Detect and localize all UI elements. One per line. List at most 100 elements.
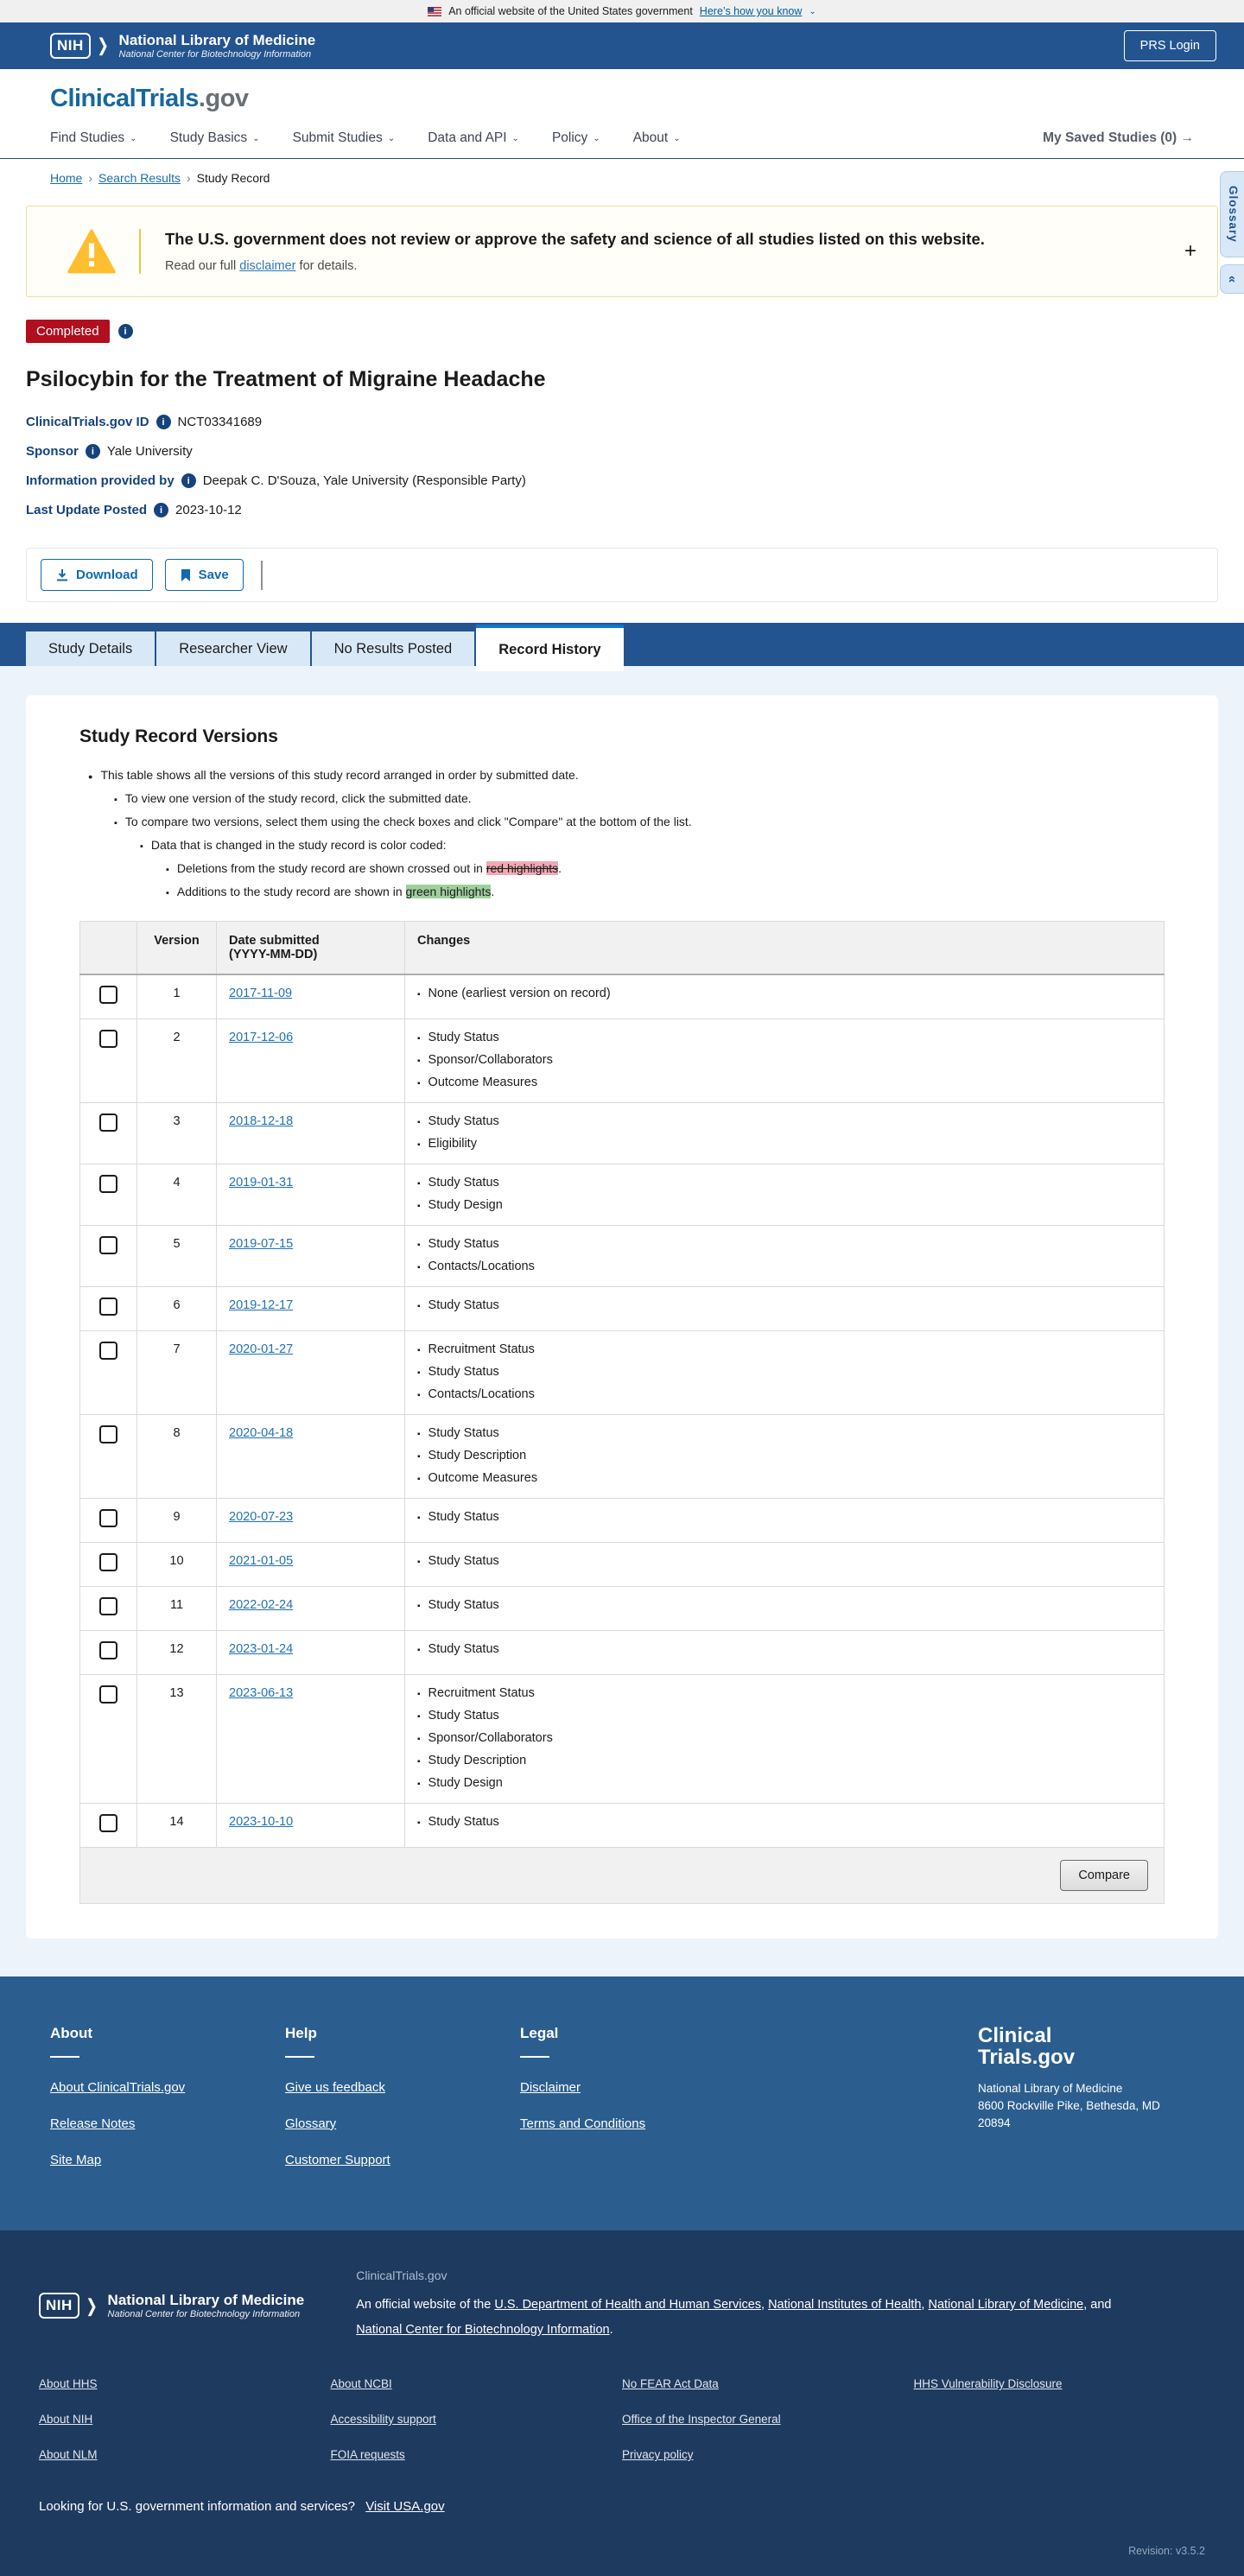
bullet-icon: ▪ xyxy=(417,1818,421,1828)
date-submitted-link[interactable]: 2020-07-23 xyxy=(229,1510,293,1524)
info-icon[interactable]: i xyxy=(85,444,100,459)
date-submitted-link[interactable]: 2019-07-15 xyxy=(229,1237,293,1251)
nlm-footer-link[interactable]: HHS Vulnerability Disclosure xyxy=(914,2377,1063,2390)
version-checkbox[interactable] xyxy=(99,1509,117,1527)
version-checkbox[interactable] xyxy=(99,1114,117,1132)
version-checkbox[interactable] xyxy=(99,986,117,1004)
footer-link[interactable]: Disclaimer xyxy=(520,2080,755,2095)
note-item: ▪ Additions to the study record are shown… xyxy=(166,885,1165,898)
footer-link[interactable]: Customer Support xyxy=(285,2153,520,2167)
nih-logo[interactable]: NIH ❭ National Library of Medicine Natio… xyxy=(50,32,315,60)
nav-item-study-basics[interactable]: Study Basics ⌄ xyxy=(170,130,260,146)
warning-expand-button[interactable]: + xyxy=(1184,239,1196,263)
hhs-link[interactable]: National Institutes of Health xyxy=(768,2298,921,2312)
nlm-footer-top: NIH ❭ National Library of Medicine Natio… xyxy=(39,2268,1205,2343)
hhs-link[interactable]: National Center for Biotechnology Inform… xyxy=(356,2323,609,2337)
version-checkbox[interactable] xyxy=(99,1236,117,1254)
change-item: ▪ Contacts/Locations xyxy=(417,1387,1152,1401)
hhs-link[interactable]: U.S. Department of Health and Human Serv… xyxy=(494,2298,761,2312)
download-button[interactable]: Download xyxy=(41,559,153,591)
version-checkbox[interactable] xyxy=(99,1175,117,1193)
footer-address-line: 8600 Rockville Pike, Bethesda, MD xyxy=(978,2098,1160,2112)
date-submitted-link[interactable]: 2018-12-18 xyxy=(229,1114,293,1128)
date-submitted-link[interactable]: 2023-01-24 xyxy=(229,1642,293,1656)
breadcrumb-link-home[interactable]: Home xyxy=(50,171,82,185)
nlm-footer-link[interactable]: About HHS xyxy=(39,2377,98,2390)
nav-item-find-studies[interactable]: Find Studies ⌄ xyxy=(50,130,137,146)
prs-login-button[interactable]: PRS Login xyxy=(1123,30,1216,61)
table-row: 14 2023-10-10 ▪ Study Status xyxy=(79,1803,1165,1848)
visit-usa-gov-link[interactable]: Visit USA.gov xyxy=(365,2499,444,2514)
nlm-footer-link[interactable]: About NCBI xyxy=(331,2377,392,2390)
footer-link[interactable]: Terms and Conditions xyxy=(520,2116,755,2131)
date-submitted-link[interactable]: 2019-01-31 xyxy=(229,1176,293,1190)
table-row: 3 2018-12-18 ▪ Study Status ▪ Eligibility xyxy=(79,1102,1165,1164)
date-submitted-link[interactable]: 2021-01-05 xyxy=(229,1554,293,1568)
date-submitted-link[interactable]: 2019-12-17 xyxy=(229,1298,293,1312)
site-logo[interactable]: ClinicalTrials.gov xyxy=(50,85,1194,113)
footer-link[interactable]: Site Map xyxy=(50,2153,285,2167)
breadcrumb-link-search-results[interactable]: Search Results xyxy=(98,171,181,185)
footer-column-help: Help Give us feedback Glossary Customer Sup… xyxy=(285,2025,520,2189)
version-checkbox[interactable] xyxy=(99,1030,117,1048)
nlm-footer-link[interactable]: FOIA requests xyxy=(331,2448,405,2461)
version-checkbox[interactable] xyxy=(99,1553,117,1571)
date-submitted-link[interactable]: 2017-12-06 xyxy=(229,1031,293,1044)
version-checkbox[interactable] xyxy=(99,1685,117,1704)
hhs-link[interactable]: National Library of Medicine xyxy=(928,2298,1083,2312)
nlm-logo[interactable]: NIH ❭ National Library of Medicine Natio… xyxy=(39,2268,304,2343)
compare-button[interactable]: Compare xyxy=(1060,1860,1148,1891)
study-field-row: Information provided by i Deepak C. D'Souz… xyxy=(26,473,1218,488)
info-icon[interactable]: i xyxy=(156,415,171,429)
version-checkbox[interactable] xyxy=(99,1425,117,1443)
version-checkbox[interactable] xyxy=(99,1641,117,1659)
info-icon[interactable]: i xyxy=(154,503,169,517)
nlm-footer-link[interactable]: Privacy policy xyxy=(622,2448,694,2461)
changes-list: ▪ Study Status xyxy=(417,1815,1152,1829)
record-history-card: Study Record Versions ● This table shows … xyxy=(26,695,1218,1938)
version-checkbox-cell xyxy=(79,1803,137,1848)
date-submitted-link[interactable]: 2023-06-13 xyxy=(229,1686,293,1700)
info-icon[interactable]: i xyxy=(181,473,196,488)
version-checkbox-cell xyxy=(79,1102,137,1164)
chevron-down-icon: ⌄ xyxy=(252,133,260,143)
glossary-collapse-icon[interactable]: « xyxy=(1220,263,1244,295)
disclaimer-link[interactable]: disclaimer xyxy=(239,259,295,273)
date-submitted-link[interactable]: 2022-02-24 xyxy=(229,1598,293,1612)
site-logo-suffix: .gov xyxy=(198,85,249,112)
date-submitted-link[interactable]: 2020-01-27 xyxy=(229,1342,293,1356)
footer-link[interactable]: Give us feedback xyxy=(285,2080,520,2095)
how-you-know-link[interactable]: Here’s how you know xyxy=(700,5,803,17)
nlm-footer-link[interactable]: About NLM xyxy=(39,2448,98,2461)
date-submitted-link[interactable]: 2020-04-18 xyxy=(229,1426,293,1440)
nih-logo-chevron-icon: ❭ xyxy=(95,36,111,56)
footer-link[interactable]: About ClinicalTrials.gov xyxy=(50,2080,285,2095)
tab-record-history[interactable]: Record History xyxy=(476,625,624,671)
field-label: Last Update Posted xyxy=(26,503,148,517)
footer-link[interactable]: Release Notes xyxy=(50,2116,285,2131)
date-submitted-link[interactable]: 2017-11-09 xyxy=(229,987,292,1000)
changes-cell: ▪ Study Status ▪ Contacts/Locations xyxy=(404,1225,1165,1287)
chevron-down-icon: ⌄ xyxy=(673,133,681,143)
changes-list: ▪ Study Status xyxy=(417,1298,1152,1312)
bullet-icon: ▪ xyxy=(417,1452,421,1462)
nav-item-policy[interactable]: Policy ⌄ xyxy=(552,130,600,146)
version-checkbox[interactable] xyxy=(99,1342,117,1360)
version-checkbox[interactable] xyxy=(99,1597,117,1615)
info-icon[interactable]: i xyxy=(117,324,133,339)
nav-item-data-and-api[interactable]: Data and API ⌄ xyxy=(428,130,519,146)
tab-researcher-view[interactable]: Researcher View xyxy=(156,631,310,666)
glossary-side-tab[interactable]: Glossary xyxy=(1220,171,1244,257)
date-submitted-link[interactable]: 2023-10-10 xyxy=(229,1815,293,1829)
save-button[interactable]: Save xyxy=(164,559,244,591)
change-label: Study Status xyxy=(428,1114,499,1128)
version-checkbox[interactable] xyxy=(99,1298,117,1316)
tab-no-results-posted[interactable]: No Results Posted xyxy=(311,631,475,666)
version-checkbox[interactable] xyxy=(99,1814,117,1832)
tab-study-details[interactable]: Study Details xyxy=(26,631,156,666)
my-saved-studies-link[interactable]: My Saved Studies (0) → xyxy=(1043,130,1194,146)
footer-link[interactable]: Glossary xyxy=(285,2116,520,2131)
nlm-footer-link[interactable]: No FEAR Act Data xyxy=(622,2377,719,2390)
nav-item-about[interactable]: About ⌄ xyxy=(633,130,681,146)
nav-item-submit-studies[interactable]: Submit Studies ⌄ xyxy=(293,130,396,146)
